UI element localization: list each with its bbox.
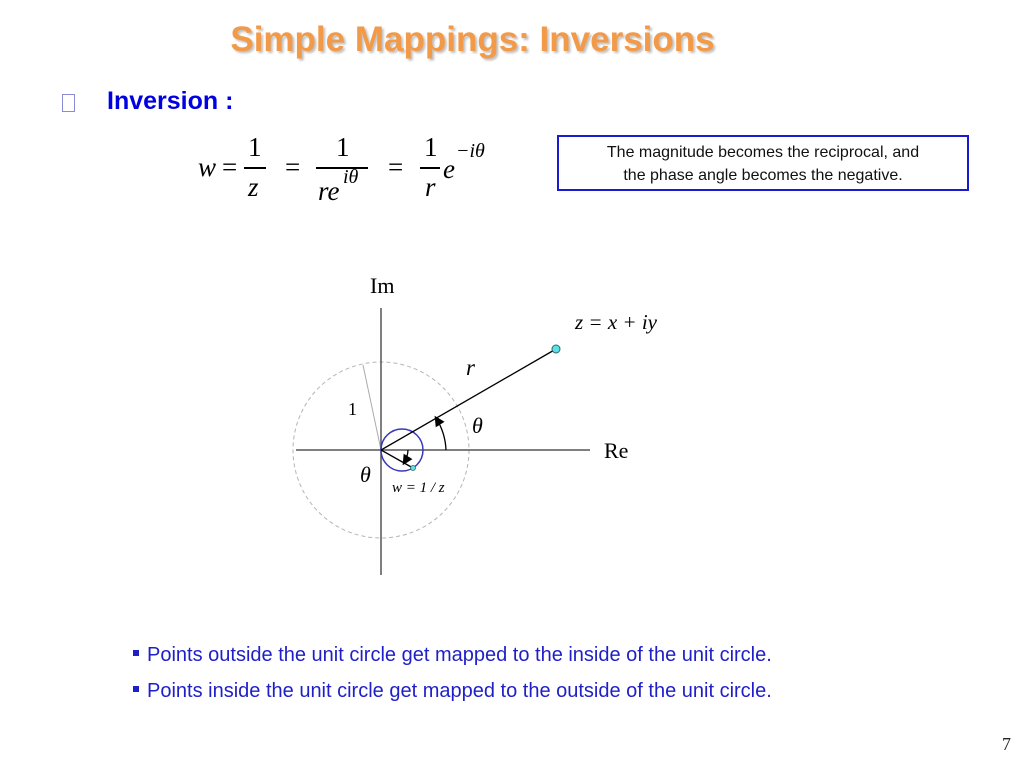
page-number: 7 [1002, 734, 1011, 754]
w-label: w = 1 / z [392, 480, 445, 496]
neg-theta-arc-arrow [402, 449, 413, 466]
unit-radius-label: 1 [348, 399, 357, 419]
im-axis-label: Im [370, 273, 394, 298]
r-label: r [466, 355, 476, 380]
z-point [551, 344, 561, 354]
bullet-text: Points outside the unit circle get mappe… [147, 644, 772, 666]
bullet-list: Points outside the unit circle get mappe… [133, 640, 772, 712]
square-bullet-icon [133, 649, 139, 656]
neg-theta-label: θ [360, 462, 371, 487]
w-point [410, 465, 416, 471]
theta-label: θ [472, 413, 483, 438]
unit-radius-line [362, 364, 382, 451]
square-bullet-icon [133, 685, 139, 692]
bullet-item: Points inside the unit circle get mapped… [133, 676, 772, 712]
bullet-item: Points outside the unit circle get mappe… [133, 640, 772, 676]
theta-arc-arrow [434, 415, 447, 451]
re-axis-label: Re [604, 438, 628, 463]
z-label: z = x + iy [574, 310, 658, 334]
bullet-text: Points inside the unit circle get mapped… [147, 680, 772, 702]
